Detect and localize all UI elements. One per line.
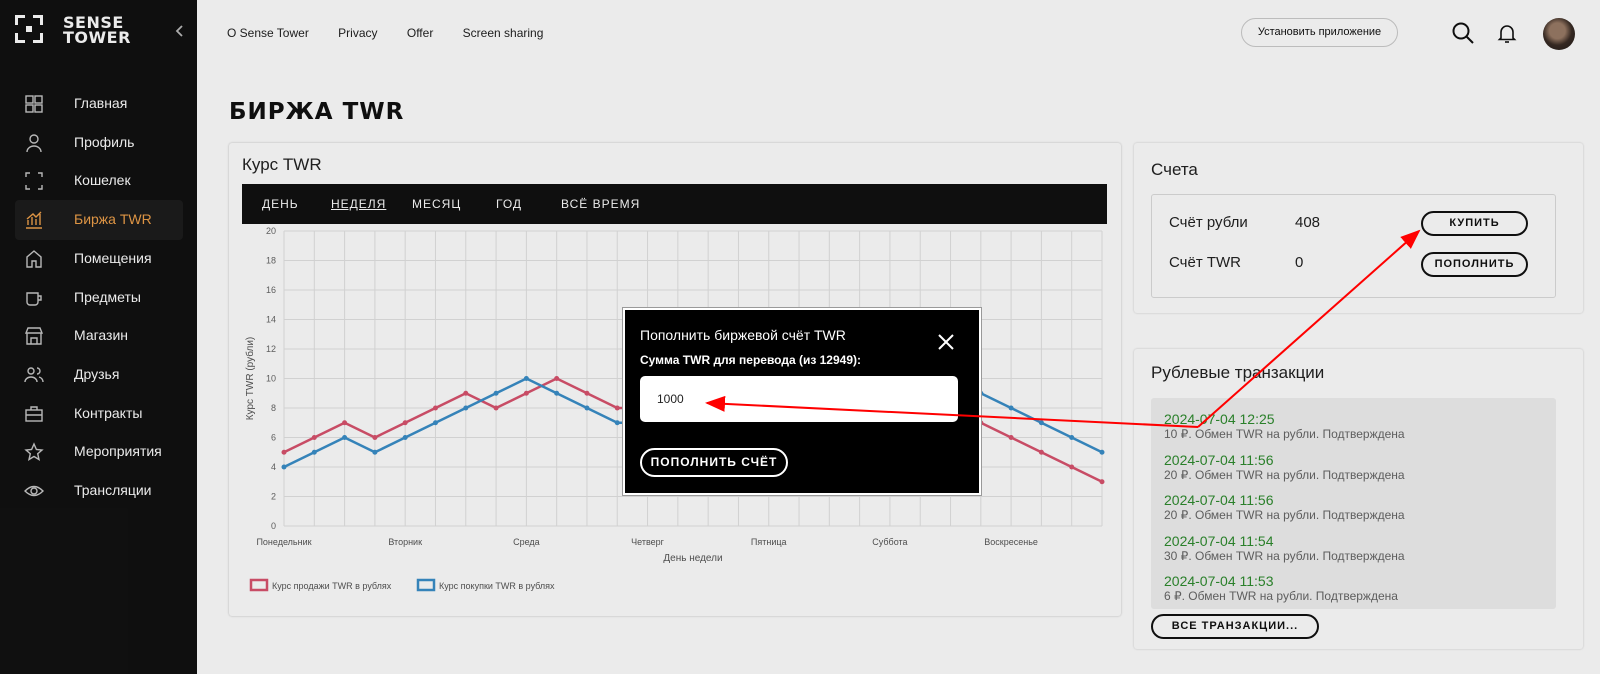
annotation-arrows — [705, 229, 1421, 428]
arrow-to-buy — [1197, 229, 1421, 428]
arrow-to-input — [705, 395, 1199, 428]
